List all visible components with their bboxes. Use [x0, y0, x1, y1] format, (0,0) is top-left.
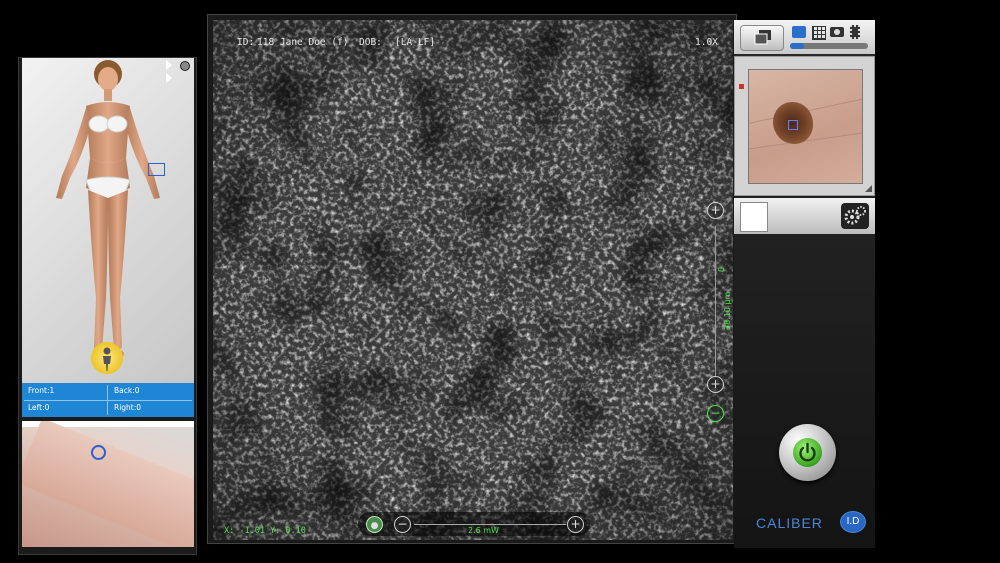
laser-power-bar[interactable]: ● − 2.6 mW + — [358, 512, 590, 536]
corner-arrow-icon — [865, 185, 872, 192]
chevron-right-icon[interactable] — [166, 60, 172, 70]
info-bar: ID: 118 Jane Doe (f) DOB: [LA-LF] 1.0X — [213, 28, 733, 56]
camera-icon[interactable] — [830, 27, 844, 37]
power-icon: ● — [370, 521, 379, 531]
depth-minus-button[interactable]: + — [707, 376, 724, 393]
caliber-logo: CALIBER I.D — [756, 511, 868, 535]
gear-button[interactable] — [841, 203, 869, 229]
front-count: Front:1 — [28, 386, 55, 395]
view-tabs[interactable] — [164, 58, 194, 88]
logo-brand: CALIBER — [756, 515, 823, 531]
dob-label: DOB: — [359, 37, 382, 48]
layers-button[interactable] — [740, 25, 784, 51]
depth-zero: 0 — [717, 266, 726, 272]
depth-readout: 38.10 µm — [723, 291, 732, 330]
grid-icon[interactable] — [812, 26, 826, 40]
logo-suffix: I.D — [840, 511, 866, 533]
stack-icon[interactable] — [792, 26, 806, 38]
stage-coordinates: X: -1.01 Y: 0.10 — [224, 526, 306, 536]
site-code: [LA-LF] — [395, 37, 436, 48]
body-map[interactable] — [22, 58, 194, 384]
depth-reset-button[interactable]: − — [707, 405, 724, 422]
left-count: Left:0 — [28, 403, 50, 412]
macro-photo[interactable] — [22, 421, 194, 547]
back-count: Back:0 — [114, 386, 140, 395]
depth-plus-button[interactable]: + — [707, 202, 724, 219]
site-counts: Front:1 Back:0 Left:0 Right:0 — [22, 383, 194, 417]
confocal-image[interactable] — [213, 20, 733, 540]
id-label: ID: — [237, 37, 255, 48]
mode-slider[interactable] — [790, 43, 868, 49]
power-button[interactable] — [779, 424, 836, 481]
toolbar — [734, 20, 875, 54]
plus-icon: + — [710, 377, 721, 391]
dermoscopy-image[interactable] — [748, 69, 863, 184]
preview-swatch[interactable] — [740, 202, 768, 232]
film-icon[interactable] — [850, 25, 860, 39]
power-plus-button[interactable]: + — [567, 516, 584, 533]
control-row — [734, 198, 875, 234]
right-count: Right:0 — [114, 403, 142, 412]
flag-marker-icon — [739, 84, 744, 89]
power-toggle-button[interactable]: ● — [366, 516, 383, 533]
patient-name: 118 Jane Doe (f) — [257, 37, 349, 48]
chevron-left-icon[interactable] — [166, 73, 172, 83]
gear-icon — [844, 206, 866, 225]
laser-power-readout: 2.6 mW — [468, 526, 499, 535]
person-icon[interactable] — [91, 342, 123, 374]
power-icon — [799, 442, 816, 462]
settings-dot-icon[interactable] — [180, 61, 190, 71]
plus-icon: + — [710, 203, 721, 217]
depth-track[interactable] — [715, 226, 716, 376]
lesion-target-marker[interactable] — [91, 445, 106, 460]
body-figure — [56, 60, 160, 358]
crosshair-marker — [788, 120, 798, 130]
lesion-marker[interactable] — [148, 163, 165, 176]
minus-icon: − — [710, 406, 721, 420]
minus-icon: − — [397, 517, 408, 531]
zoom-level: 1.0X — [695, 37, 718, 48]
layers-icon — [754, 30, 771, 45]
plus-icon: + — [570, 517, 581, 531]
power-minus-button[interactable]: − — [394, 516, 411, 533]
